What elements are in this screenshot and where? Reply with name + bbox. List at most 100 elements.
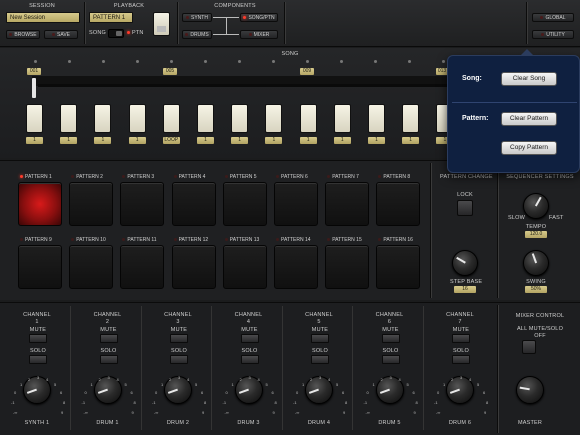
channel-divider — [352, 306, 353, 430]
knob-tick: 6 — [271, 390, 274, 395]
song-ptn-button[interactable]: SONG/PTN — [240, 13, 278, 22]
global-button[interactable]: GLOBAL — [532, 13, 574, 22]
solo-button[interactable] — [452, 355, 470, 364]
song-step-key[interactable] — [368, 104, 385, 133]
pattern-label: PATTERN 4 — [173, 174, 206, 180]
mixer-button[interactable]: MIXER — [240, 30, 278, 39]
solo-label: SOLO — [382, 348, 399, 354]
channel-number: 6 — [387, 319, 392, 325]
mute-button[interactable] — [240, 334, 259, 343]
song-step-label: 1 — [94, 137, 112, 144]
solo-button[interactable] — [29, 355, 47, 364]
popover-pattern-label: Pattern: — [462, 115, 489, 122]
save-button[interactable]: SAVE — [44, 30, 78, 39]
song-step-key[interactable] — [402, 104, 420, 133]
pattern-pad[interactable] — [376, 245, 421, 289]
tempo-value: 120.0 — [525, 231, 547, 238]
pattern-pad[interactable] — [325, 245, 370, 289]
pattern-pad[interactable] — [171, 182, 216, 226]
pattern-pad[interactable] — [274, 245, 318, 289]
pattern-led — [20, 238, 23, 242]
mute-label: MUTE — [170, 327, 188, 333]
pattern-pad[interactable] — [171, 245, 216, 289]
pattern-display[interactable]: PATTERN 1 — [89, 12, 133, 23]
song-dot — [136, 60, 139, 63]
song-dot — [68, 60, 71, 63]
pattern-label: PATTERN 8 — [378, 174, 410, 180]
song-step-key[interactable] — [162, 104, 180, 133]
all-mute-solo-button[interactable] — [522, 340, 536, 354]
mute-button[interactable] — [311, 334, 329, 343]
knob-tick: 4 — [257, 377, 260, 382]
knob-tick: 5 — [54, 382, 57, 387]
song-dot — [170, 60, 173, 63]
drums-button[interactable]: DRUMS — [182, 30, 212, 39]
song-step-key[interactable] — [128, 104, 146, 133]
song-step-key[interactable] — [265, 104, 283, 133]
knob-tick: 4 — [469, 377, 472, 382]
song-step-key[interactable] — [299, 104, 317, 133]
lock-button[interactable] — [457, 200, 473, 216]
solo-button[interactable] — [381, 355, 400, 364]
pattern-pad[interactable] — [69, 182, 114, 226]
mute-button[interactable] — [452, 334, 470, 343]
pattern-pad[interactable] — [274, 182, 318, 226]
pattern-pad[interactable] — [325, 182, 370, 226]
knob-tick: -1 — [363, 400, 368, 405]
pattern-label-text: PATTERN 3 — [127, 174, 155, 180]
pattern-led — [224, 175, 228, 179]
pattern-pad[interactable] — [120, 245, 165, 289]
song-step-label: 1 — [128, 137, 146, 144]
knob-tick: -1 — [11, 400, 15, 405]
song-step-key[interactable] — [197, 104, 214, 133]
solo-button[interactable] — [99, 355, 118, 364]
song-step-label: 1 — [402, 137, 420, 144]
pattern-pad[interactable] — [18, 245, 62, 289]
pattern-label: PATTERN 11 — [122, 237, 157, 243]
song-step-key[interactable] — [333, 104, 351, 133]
copy-pattern-button[interactable]: Copy Pattern — [501, 141, 557, 155]
pattern-label: PATTERN 5 — [224, 174, 257, 180]
browse-button[interactable]: BROWSE — [6, 30, 40, 39]
pattern-pad[interactable] — [222, 245, 267, 289]
pattern-led — [20, 175, 23, 179]
mute-button[interactable] — [99, 334, 118, 343]
pattern-pad[interactable] — [18, 182, 62, 226]
clear-pattern-button[interactable]: Clear Pattern — [501, 112, 557, 126]
song-marker: 009 — [300, 68, 314, 75]
pattern-label-text: PATTERN 16 — [383, 237, 413, 243]
pattern-pad[interactable] — [120, 182, 165, 226]
mute-label: MUTE — [100, 327, 117, 333]
swing-knob[interactable] — [523, 250, 549, 276]
master-volume-knob[interactable] — [516, 376, 544, 404]
song-step-key[interactable] — [94, 104, 112, 133]
knob-tick: 2 — [451, 377, 454, 382]
knob-tick: 9 — [272, 410, 275, 415]
song-position-handle[interactable] — [32, 78, 36, 98]
pattern-pad[interactable] — [222, 182, 267, 226]
mute-button[interactable] — [29, 334, 47, 343]
step-base-knob[interactable] — [452, 250, 478, 276]
song-step-key[interactable] — [26, 104, 43, 133]
song-step-key[interactable] — [60, 104, 78, 133]
knob-pointer — [379, 388, 390, 394]
song-ptn-switch[interactable] — [108, 29, 124, 38]
pattern-pad[interactable] — [69, 245, 114, 289]
clear-song-button[interactable]: Clear Song — [501, 72, 557, 86]
mute-button[interactable] — [170, 334, 188, 343]
tempo-knob[interactable] — [523, 193, 549, 219]
mute-button[interactable] — [381, 334, 400, 343]
solo-button[interactable] — [240, 355, 259, 364]
pattern-label: PATTERN 2 — [71, 174, 103, 180]
solo-button[interactable] — [311, 355, 329, 364]
pattern-label-text: PATTERN 4 — [178, 174, 206, 180]
knob-tick: -∞ — [436, 410, 441, 415]
utility-button[interactable]: UTILITY — [532, 30, 574, 39]
synth-button[interactable]: SYNTH — [182, 13, 212, 22]
session-name-display[interactable]: New Session — [6, 12, 80, 23]
knob-tick: 3 — [178, 375, 181, 380]
pattern-pad[interactable] — [376, 182, 421, 226]
play-button[interactable] — [153, 12, 170, 36]
song-step-key[interactable] — [231, 104, 249, 133]
solo-button[interactable] — [170, 355, 188, 364]
